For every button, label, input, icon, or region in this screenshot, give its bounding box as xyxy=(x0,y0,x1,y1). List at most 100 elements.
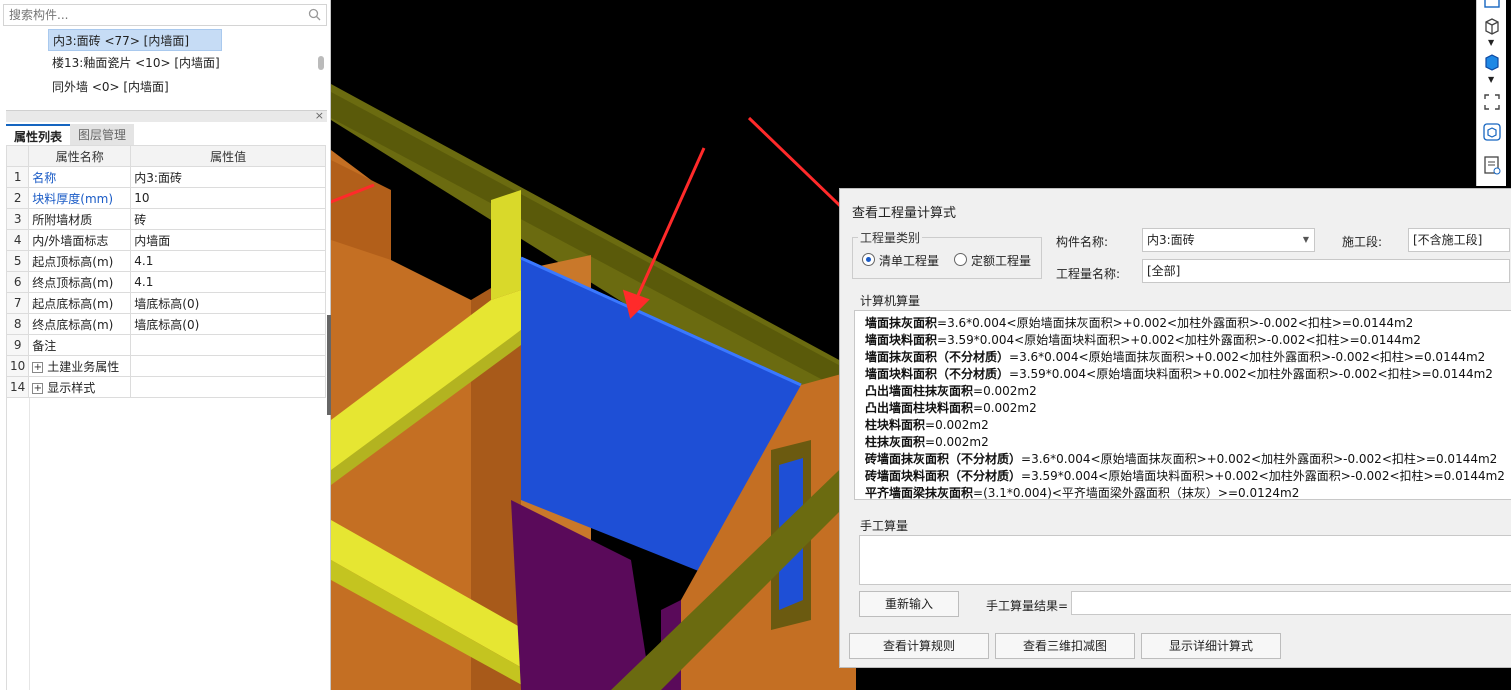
table-row[interactable]: 5 起点顶标高(m) 4.1 xyxy=(5,250,326,272)
row-name: 名称 xyxy=(28,166,132,188)
view-rules-button[interactable]: 查看计算规则 xyxy=(849,633,989,659)
row-num: 14 xyxy=(5,376,30,398)
computer-calc-text[interactable]: 墙面抹灰面积=3.6*0.004<原始墙面抹灰面积>+0.002<加柱外露面积>… xyxy=(854,310,1511,500)
radio-bill-quantity[interactable] xyxy=(862,253,875,266)
row-value[interactable]: 墙底标高(0) xyxy=(130,313,326,335)
table-row[interactable]: 1 名称 内3:面砖 xyxy=(5,166,326,188)
row-name: 终点底标高(m) xyxy=(28,313,132,335)
row-group[interactable]: + 土建业务属性 xyxy=(28,355,132,377)
manual-result-label: 手工算量结果= xyxy=(986,599,1069,613)
row-num: 7 xyxy=(5,292,30,314)
quantity-formula-dialog: 查看工程量计算式 工程量类别 清单工程量 定额工程量 构件名称: 内3:面砖 ▼… xyxy=(839,188,1511,668)
row-name: 所附墙材质 xyxy=(28,208,132,230)
quantity-name-value: [全部] xyxy=(1147,264,1181,278)
row-value[interactable]: 内3:面砖 xyxy=(130,166,326,188)
row-name: 起点顶标高(m) xyxy=(28,250,132,272)
component-name-select[interactable]: 内3:面砖 ▼ xyxy=(1142,228,1315,252)
row-num: 6 xyxy=(5,271,30,293)
table-row[interactable]: 4 内/外墙面标志 内墙面 xyxy=(5,229,326,251)
view-toolbar: ▼ ▼ xyxy=(1476,0,1506,186)
table-header: 属性名称 属性值 xyxy=(5,145,326,167)
table-row[interactable]: 3 所附墙材质 砖 xyxy=(5,208,326,230)
panel-resize-handle[interactable] xyxy=(327,315,331,415)
row-value xyxy=(130,355,326,377)
component-tree: 内3:面砖 <77> [内墙面] 楼13:釉面瓷片 <10> [内墙面] 同外墙… xyxy=(0,28,331,104)
dropdown-arrow-icon[interactable]: ▼ xyxy=(1488,75,1494,84)
panel-splitter[interactable]: × xyxy=(6,109,327,122)
tab-layers[interactable]: 图层管理 xyxy=(70,124,135,146)
show-detail-formula-button[interactable]: 显示详细计算式 xyxy=(1141,633,1281,659)
dialog-title: 查看工程量计算式 xyxy=(852,206,957,221)
component-search xyxy=(3,4,327,26)
tree-item-glazed-tile[interactable]: 楼13:釉面瓷片 <10> [内墙面] xyxy=(48,52,224,74)
computer-calc-label: 计算机算量 xyxy=(860,294,921,308)
tree-item-same-as-exterior[interactable]: 同外墙 <0> [内墙面] xyxy=(48,76,173,98)
cube-view-icon[interactable] xyxy=(1482,16,1502,36)
cube-select-icon[interactable] xyxy=(1482,122,1502,142)
calc-line: 柱块料面积=0.002m2 xyxy=(865,418,989,432)
calc-line: 墙面抹灰面积=3.6*0.004<原始墙面抹灰面积>+0.002<加柱外露面积>… xyxy=(865,316,1414,330)
table-row[interactable]: 14 + 显示样式 xyxy=(5,376,326,398)
reenter-button[interactable]: 重新输入 xyxy=(859,591,959,617)
manual-result-field[interactable] xyxy=(1071,591,1511,615)
tree-item-inner-tile[interactable]: 内3:面砖 <77> [内墙面] xyxy=(48,29,222,51)
row-group[interactable]: + 显示样式 xyxy=(28,376,132,398)
table-row[interactable]: 9 备注 xyxy=(5,334,326,356)
row-value[interactable]: 4.1 xyxy=(130,250,326,272)
calc-line: 凸出墙面柱抹灰面积=0.002m2 xyxy=(865,384,1037,398)
row-num: 3 xyxy=(5,208,30,230)
dropdown-arrow-icon[interactable]: ▼ xyxy=(1488,38,1494,47)
row-value[interactable]: 砖 xyxy=(130,208,326,230)
left-panel: 内3:面砖 <77> [内墙面] 楼13:釉面瓷片 <10> [内墙面] 同外墙… xyxy=(0,0,331,690)
row-value[interactable]: 10 xyxy=(130,187,326,209)
header-num xyxy=(5,145,30,167)
tab-properties[interactable]: 属性列表 xyxy=(6,124,71,146)
row-name: 土建业务属性 xyxy=(47,359,120,374)
panel-tabs: 属性列表 图层管理 xyxy=(6,124,135,146)
radio-quota-quantity[interactable] xyxy=(954,253,967,266)
manual-calc-input[interactable] xyxy=(859,535,1511,585)
tree-scrollbar[interactable] xyxy=(318,56,324,70)
stage-value: [不含施工段] xyxy=(1413,233,1483,247)
yellow-beam-top xyxy=(491,190,521,300)
table-row[interactable]: 6 终点顶标高(m) 4.1 xyxy=(5,271,326,293)
row-value[interactable] xyxy=(130,334,326,356)
table-row[interactable]: 10 + 土建业务属性 xyxy=(5,355,326,377)
calc-line: 砖墙面抹灰面积（不分材质）=3.6*0.004<原始墙面抹灰面积>+0.002<… xyxy=(865,452,1498,466)
radio-quota-label[interactable]: 定额工程量 xyxy=(971,252,1031,269)
row-name: 起点底标高(m) xyxy=(28,292,132,314)
stage-label: 施工段: xyxy=(1342,235,1383,249)
calc-line: 墙面抹灰面积（不分材质）=3.6*0.004<原始墙面抹灰面积>+0.002<加… xyxy=(865,350,1486,364)
row-value[interactable]: 4.1 xyxy=(130,271,326,293)
search-icon[interactable] xyxy=(308,8,321,21)
search-input[interactable] xyxy=(4,5,294,25)
calc-line: 墙面块料面积（不分材质）=3.59*0.004<原始墙面块料面积>+0.002<… xyxy=(865,367,1493,381)
chevron-down-icon[interactable]: ▼ xyxy=(1303,229,1309,251)
header-name: 属性名称 xyxy=(28,145,132,167)
row-name: 终点顶标高(m) xyxy=(28,271,132,293)
view-3d-deduction-button[interactable]: 查看三维扣减图 xyxy=(995,633,1135,659)
close-icon[interactable]: × xyxy=(315,109,324,122)
row-num: 4 xyxy=(5,229,30,251)
row-num: 9 xyxy=(5,334,30,356)
cube-solid-icon[interactable] xyxy=(1482,52,1502,72)
calc-line: 平齐墙面梁抹灰面积=(3.1*0.004)<平齐墙面梁外露面积（抹灰）>=0.0… xyxy=(865,486,1300,500)
table-row[interactable]: 7 起点底标高(m) 墙底标高(0) xyxy=(5,292,326,314)
table-row[interactable]: 8 终点底标高(m) 墙底标高(0) xyxy=(5,313,326,335)
quantity-name-select[interactable]: [全部] xyxy=(1142,259,1510,283)
quantity-name-label: 工程量名称: xyxy=(1056,267,1121,281)
expand-icon[interactable]: + xyxy=(32,382,44,394)
radio-bill-label[interactable]: 清单工程量 xyxy=(879,252,939,269)
table-empty-area xyxy=(6,398,326,690)
row-num: 2 xyxy=(5,187,30,209)
quantity-type-label: 工程量类别 xyxy=(858,229,923,246)
row-num: 8 xyxy=(5,313,30,335)
row-value[interactable]: 墙底标高(0) xyxy=(130,292,326,314)
view-top-icon[interactable] xyxy=(1482,0,1502,12)
expand-icon[interactable]: + xyxy=(32,361,44,373)
stage-select[interactable]: [不含施工段] xyxy=(1408,228,1510,252)
list-settings-icon[interactable] xyxy=(1482,155,1502,175)
table-row[interactable]: 2 块料厚度(mm) 10 xyxy=(5,187,326,209)
row-value[interactable]: 内墙面 xyxy=(130,229,326,251)
fullscreen-icon[interactable] xyxy=(1482,92,1502,112)
